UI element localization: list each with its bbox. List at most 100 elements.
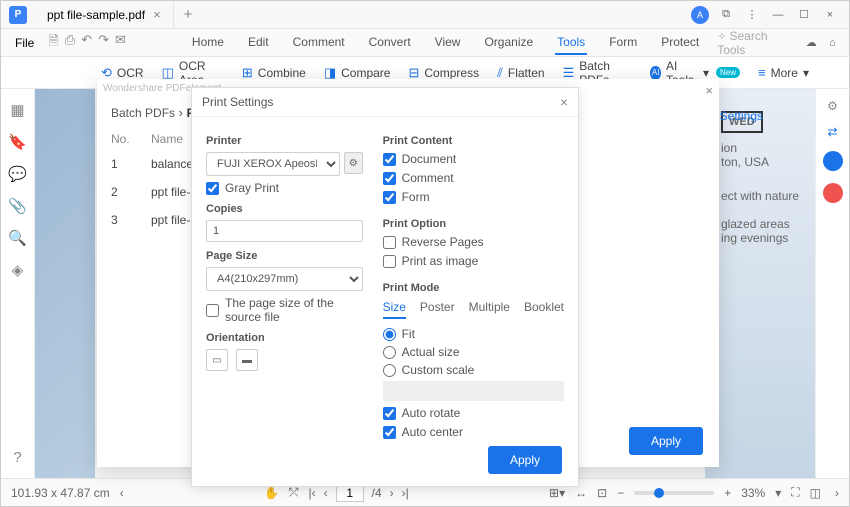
portrait-button[interactable]: ▭ [206,349,228,371]
swap-icon[interactable]: ⇄ [827,125,837,139]
share-icon[interactable]: ⧉ [717,6,735,24]
settings-link[interactable]: Settings [720,109,763,123]
first-page-icon[interactable]: |‹ [309,486,316,500]
print-apply-button[interactable]: Apply [488,446,562,474]
page-preview-left [35,89,95,478]
pagesize-label: Page Size [206,250,363,262]
close-tab-icon[interactable]: × [153,7,161,22]
col-name: Name [151,132,183,146]
copies-input[interactable] [206,220,363,242]
comments-icon[interactable]: 💬 [8,165,27,183]
breadcrumb-root[interactable]: Batch PDFs [111,106,175,120]
search-tools[interactable]: ✧ Search Tools [717,29,795,57]
next-page-edge-icon[interactable]: › [835,486,839,500]
redo-icon[interactable]: ↷ [98,32,109,54]
save-icon[interactable]: 🗎 [48,32,58,54]
mode-poster-tab[interactable]: Poster [420,300,455,319]
document-tab[interactable]: ppt file-sample.pdf × [35,1,174,28]
ai-icon: AI [650,66,661,80]
actual-size-radio[interactable]: Actual size [383,345,564,359]
fullscreen-icon[interactable]: ⛶ [791,485,799,500]
layers-icon[interactable]: ◈ [12,261,24,279]
maximize-icon[interactable]: ☐ [795,6,813,24]
view-mode-icon[interactable]: ⊞▾ [549,486,565,500]
ai-assistant-icon[interactable] [823,151,843,171]
printer-settings-icon[interactable]: ⚙ [344,152,363,174]
orientation-label: Orientation [206,332,363,344]
mode-multiple-tab[interactable]: Multiple [469,300,510,319]
attachments-icon[interactable]: 📎 [8,197,27,215]
cloud-icon[interactable]: ☁ [803,34,820,52]
tab-edit[interactable]: Edit [246,31,271,55]
left-rail: ▦ 🔖 💬 📎 🔍 ◈ ? [1,89,35,478]
hand-tool-icon[interactable]: ✋ [264,486,279,500]
tab-protect[interactable]: Protect [659,31,701,55]
batch-apply-button[interactable]: Apply [629,427,703,455]
search-icon[interactable]: 🔍 [8,229,27,247]
content-document-checkbox[interactable]: Document [383,152,564,166]
content-label: Print Content [383,135,564,147]
more-button[interactable]: ≡More▾ [758,65,809,80]
menubar: File 🗎 ⎙ ↶ ↷ ✉ Home Edit Comment Convert… [1,29,849,57]
reading-mode-icon[interactable]: ◫ [810,486,821,500]
auto-center-checkbox[interactable]: Auto center [383,425,564,439]
fit-page-icon[interactable]: ⊡ [597,486,607,500]
tab-comment[interactable]: Comment [291,31,347,55]
print-settings-dialog: Print Settings × Printer FUJI XEROX Apeo… [191,87,579,487]
pagesize-select[interactable]: A4(210x297mm) [206,267,363,291]
mode-booklet-tab[interactable]: Booklet [524,300,564,319]
page-total: /4 [372,486,382,500]
coords: 101.93 x 47.87 cm [11,486,110,500]
tab-tools[interactable]: Tools [555,31,587,55]
dialog-close-icon[interactable]: × [560,94,568,110]
zoom-thumb[interactable] [654,488,664,498]
undo-icon[interactable]: ↶ [81,32,92,54]
landscape-button[interactable]: ▬ [236,349,258,371]
copies-label: Copies [206,203,363,215]
printer-label: Printer [206,135,363,147]
new-tab-button[interactable]: + [174,6,203,23]
print-as-image-checkbox[interactable]: Print as image [383,254,564,268]
tab-organize[interactable]: Organize [482,31,535,55]
mode-size-tab[interactable]: Size [383,300,406,319]
translate-icon[interactable] [823,183,843,203]
file-menu[interactable]: File [9,34,40,52]
right-rail: ⚙ ⇄ [815,89,849,478]
prev-page-edge-icon[interactable]: ‹ [120,486,124,500]
select-tool-icon[interactable]: ⤱ [289,485,299,500]
custom-scale-radio[interactable]: Custom scale [383,363,564,377]
tab-convert[interactable]: Convert [367,31,413,55]
tab-view[interactable]: View [433,31,463,55]
prev-page-icon[interactable]: ‹ [324,486,328,500]
batch-close-icon[interactable]: × [705,83,713,98]
close-window-icon[interactable]: × [821,6,839,24]
home-icon[interactable]: ⌂ [824,34,841,52]
fit-radio[interactable]: Fit [383,327,564,341]
properties-icon[interactable]: ⚙ [827,99,838,113]
bookmarks-icon[interactable]: 🔖 [8,133,27,151]
tab-home[interactable]: Home [190,31,226,55]
zoom-slider[interactable] [634,491,714,495]
next-page-icon[interactable]: › [390,486,394,500]
last-page-icon[interactable]: ›| [402,486,409,500]
zoom-value[interactable]: 33% [741,486,765,500]
fit-width-icon[interactable]: ↔ [575,486,587,500]
thumbnails-icon[interactable]: ▦ [10,101,24,119]
menu-icon[interactable]: ⋮ [743,6,761,24]
user-avatar[interactable]: A [691,6,709,24]
zoom-out-icon[interactable]: − [617,486,624,500]
printer-select[interactable]: FUJI XEROX ApeosPort-VI C3370 [206,152,340,176]
help-icon[interactable]: ? [13,449,21,466]
content-form-checkbox[interactable]: Form [383,190,564,204]
source-page-checkbox[interactable]: The page size of the source file [206,296,363,324]
reverse-pages-checkbox[interactable]: Reverse Pages [383,235,564,249]
print-icon[interactable]: ⎙ [65,32,75,54]
col-no: No. [111,132,131,146]
zoom-in-icon[interactable]: + [724,486,731,500]
send-icon[interactable]: ✉ [115,32,126,54]
auto-rotate-checkbox[interactable]: Auto rotate [383,406,564,420]
content-comment-checkbox[interactable]: Comment [383,171,564,185]
tab-form[interactable]: Form [607,31,639,55]
gray-print-checkbox[interactable]: Gray Print [206,181,363,195]
minimize-icon[interactable]: — [769,6,787,24]
